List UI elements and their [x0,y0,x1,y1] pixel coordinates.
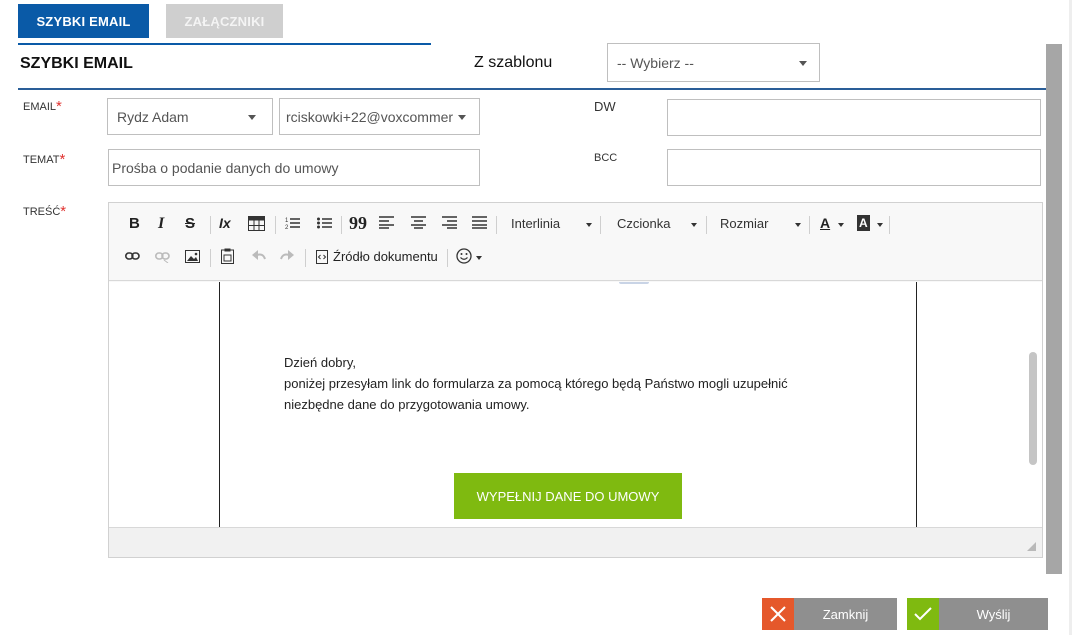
content-border-right [916,282,917,527]
link-icon[interactable] [125,251,140,261]
bcc-field[interactable] [667,149,1041,186]
italic-button[interactable]: I [158,215,164,233]
required-mark: * [56,98,62,115]
body-line-1: poniżej przesyłam link do formularza za … [284,376,788,391]
font-size-dropdown[interactable]: Rozmiar [720,216,768,231]
greeting-text: Dzień dobry, [284,355,357,370]
subject-label: TEMAT* [23,151,66,168]
chevron-down-icon [458,115,466,120]
send-button[interactable]: Wyślij [907,598,1048,630]
template-select[interactable]: -- Wybierz -- [607,43,820,82]
email-contact-value: Rydz Adam [117,108,189,125]
required-mark: * [60,203,67,220]
chevron-down-icon [691,223,697,227]
chevron-down-icon [476,256,482,260]
send-button-label: Wyślij [976,606,1011,622]
content-border-left [219,282,220,527]
toolbar-separator [305,249,306,267]
bullet-list-icon[interactable] [317,216,332,230]
svg-text:2: 2 [285,225,289,230]
emoji-icon[interactable] [456,248,472,264]
background-color-button[interactable]: A [857,215,870,231]
toolbar-separator [889,216,890,234]
editor-content[interactable]: Dzień dobry, poniżej przesyłam link do f… [109,282,1042,527]
checkmark-icon [907,598,939,630]
paste-icon[interactable] [221,248,234,264]
chevron-down-icon [248,115,256,120]
toolbar-separator [447,249,448,267]
editor-scrollbar[interactable] [1029,352,1037,465]
email-address-value: rciskowki+22@voxcommer [286,108,454,125]
required-mark: * [59,151,66,168]
align-justify-icon[interactable] [472,216,487,229]
align-left-icon[interactable] [379,216,394,229]
bcc-label: BCC [594,152,618,164]
unlink-icon[interactable] [155,251,170,263]
toolbar-separator [275,216,276,234]
source-code-icon[interactable] [316,250,328,264]
page-scrollbar-thumb[interactable] [1046,44,1062,574]
image-icon[interactable] [185,250,200,263]
body-line-2: niezbędne dane do przygotowania umowy. [284,397,530,412]
svg-text:1: 1 [285,218,289,224]
align-right-icon[interactable] [442,216,457,229]
source-button[interactable]: Źródło dokumentu [333,249,438,264]
toolbar-separator [341,216,342,234]
chevron-down-icon [877,223,883,227]
align-center-icon[interactable] [411,216,426,229]
redo-icon[interactable] [280,250,294,260]
toolbar-separator [706,216,707,234]
tab-quick-email[interactable]: SZYBKI EMAIL [18,4,149,38]
section-underline [18,43,431,45]
chevron-down-icon [586,223,592,227]
close-button[interactable]: Zamknij [762,598,897,630]
bold-button[interactable]: B [129,215,140,232]
toolbar-separator [809,216,810,234]
chevron-down-icon [795,223,801,227]
close-button-label: Zamknij [822,606,869,622]
blockquote-button[interactable]: 99 [349,213,367,234]
toolbar-separator [210,249,211,267]
undo-icon[interactable] [252,250,266,260]
toolbar-separator [600,216,601,234]
chevron-down-icon [799,61,807,66]
numbered-list-icon[interactable]: 12 [285,216,300,230]
toolbar-separator [210,216,211,234]
chevron-down-icon [838,223,844,227]
rich-text-editor: B I S Ix 12 99 Interlinia Czcionka Rozmi… [108,202,1043,558]
email-address-select[interactable]: rciskowki+22@voxcommer [279,98,480,135]
tab-attachments[interactable]: ZAŁĄCZNIKI [166,4,283,38]
fill-contract-data-button[interactable]: WYPEŁNIJ DANE DO UMOWY [454,473,682,519]
strikethrough-button[interactable]: S [185,215,195,232]
resize-handle-icon[interactable] [1027,542,1036,551]
dw-label: DW [594,99,616,114]
template-label: Z szablonu [474,54,553,71]
editor-toolbar: B I S Ix 12 99 Interlinia Czcionka Rozmi… [109,203,1042,281]
section-title: SZYBKI EMAIL [20,55,133,72]
body-label: TREŚĆ* [23,203,67,220]
section-divider [18,88,1046,90]
template-select-value: -- Wybierz -- [617,54,694,71]
subject-value: Prośba o podanie danych do umowy [112,159,339,176]
toolbar-separator [496,216,497,234]
font-dropdown[interactable]: Czcionka [617,216,670,231]
table-icon[interactable] [248,216,265,231]
remove-format-button[interactable]: Ix [219,215,231,231]
line-height-dropdown[interactable]: Interlinia [511,216,560,231]
email-label: EMAIL* [23,98,62,115]
email-contact-select[interactable]: Rydz Adam [107,98,273,135]
close-icon [762,598,794,630]
dw-field[interactable] [667,99,1041,136]
logo-fragment [619,282,649,284]
editor-statusbar [109,527,1042,557]
subject-field[interactable]: Prośba o podanie danych do umowy [108,149,480,186]
text-color-button[interactable]: A [820,215,830,231]
